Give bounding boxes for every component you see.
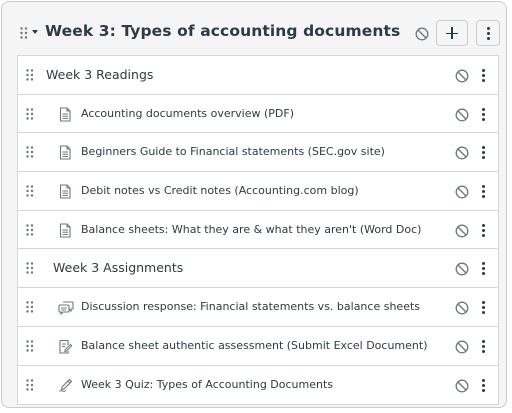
ban-icon[interactable] xyxy=(415,26,429,41)
ban-icon[interactable] xyxy=(455,184,469,199)
drag-handle-icon[interactable] xyxy=(26,301,34,313)
ban-icon[interactable] xyxy=(455,68,469,83)
item-title-link[interactable]: Discussion response: Financial statement… xyxy=(81,288,420,326)
caret-down-icon[interactable] xyxy=(32,30,38,34)
item-title-link[interactable]: Accounting documents overview (PDF) xyxy=(81,95,294,133)
item-title-link[interactable]: Balance sheets: What they are & what the… xyxy=(81,211,421,249)
ban-icon[interactable] xyxy=(455,261,469,276)
subheader-label: Week 3 Assignments xyxy=(53,260,184,276)
kebab-icon[interactable] xyxy=(482,378,485,392)
drag-handle-icon[interactable] xyxy=(26,185,34,197)
item-title-link[interactable]: Balance sheet authentic assessment (Subm… xyxy=(81,327,427,365)
item-title-link[interactable]: Debit notes vs Credit notes (Accounting.… xyxy=(81,172,359,210)
ban-icon[interactable] xyxy=(455,378,469,392)
item-title-link[interactable]: Week 3 Quiz: Types of Accounting Documen… xyxy=(81,366,333,404)
module-container: Week 3: Types of accounting documents We… xyxy=(1,1,507,408)
ban-icon[interactable] xyxy=(455,145,469,160)
drag-handle-icon[interactable] xyxy=(20,27,28,39)
kebab-icon[interactable] xyxy=(482,262,485,276)
kebab-icon[interactable] xyxy=(482,339,485,353)
kebab-icon[interactable] xyxy=(482,301,485,315)
assignment-icon xyxy=(58,339,73,354)
ban-icon[interactable] xyxy=(455,223,469,238)
drag-handle-icon[interactable] xyxy=(26,224,34,236)
drag-handle-icon[interactable] xyxy=(26,262,34,275)
ban-icon[interactable] xyxy=(455,300,469,315)
drag-handle-icon[interactable] xyxy=(26,378,34,391)
drag-handle-icon[interactable] xyxy=(26,146,34,159)
drag-handle-icon[interactable] xyxy=(26,107,34,120)
module-item-row[interactable]: Accounting documents overview (PDF) xyxy=(18,94,498,134)
module-item-row[interactable]: Debit notes vs Credit notes (Accounting.… xyxy=(18,172,498,211)
document-icon xyxy=(58,184,72,199)
ban-icon[interactable] xyxy=(455,107,469,122)
module-item-row[interactable]: Balance sheet authentic assessment (Subm… xyxy=(18,326,498,366)
module-item-row[interactable]: Beginners Guide to Financial statements … xyxy=(18,133,498,173)
module-item-row[interactable]: Discussion response: Financial statement… xyxy=(18,288,498,327)
drag-handle-icon[interactable] xyxy=(26,340,34,352)
document-icon xyxy=(58,223,72,238)
kebab-icon xyxy=(486,27,490,40)
drag-handle-icon[interactable] xyxy=(26,69,34,81)
kebab-icon[interactable] xyxy=(482,107,485,121)
kebab-icon[interactable] xyxy=(482,223,485,237)
discussion-icon xyxy=(58,300,74,316)
document-icon xyxy=(58,145,72,160)
quiz-icon xyxy=(58,378,73,393)
kebab-icon[interactable] xyxy=(482,146,485,160)
subheader-row[interactable]: Week 3 Assignments xyxy=(18,249,498,289)
kebab-icon[interactable] xyxy=(482,185,485,199)
document-icon xyxy=(58,107,72,122)
module-items-list: Week 3 Readings Accounting documents over… xyxy=(17,55,499,406)
add-item-button[interactable] xyxy=(436,20,468,46)
module-title: Week 3: Types of accounting documents xyxy=(45,22,401,40)
module-header[interactable]: Week 3: Types of accounting documents xyxy=(2,2,506,52)
module-options-button[interactable] xyxy=(476,20,500,46)
module-item-row[interactable]: Week 3 Quiz: Types of Accounting Documen… xyxy=(18,365,498,405)
subheader-row[interactable]: Week 3 Readings xyxy=(18,56,498,95)
subheader-label: Week 3 Readings xyxy=(46,67,154,82)
item-title-link[interactable]: Beginners Guide to Financial statements … xyxy=(81,133,385,171)
module-item-row[interactable]: Balance sheets: What they are & what the… xyxy=(18,210,498,250)
ban-icon[interactable] xyxy=(455,339,469,354)
kebab-icon[interactable] xyxy=(482,69,485,82)
